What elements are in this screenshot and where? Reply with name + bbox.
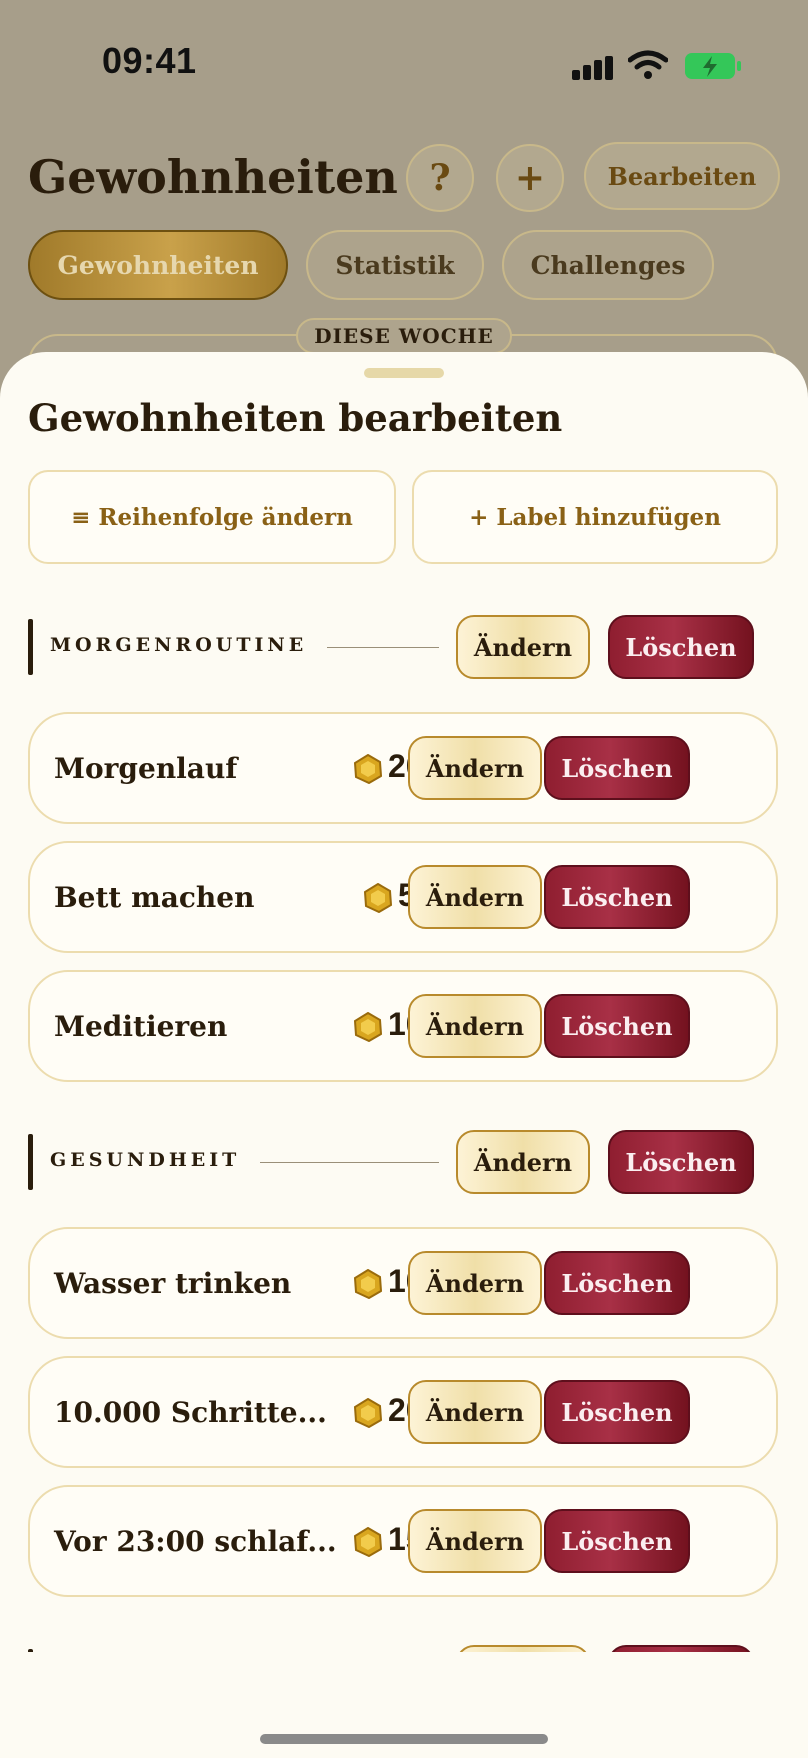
delete-habit-button[interactable]: Löschen <box>544 1509 690 1573</box>
section-label: GESUNDHEIT <box>50 1149 241 1171</box>
edit-habit-button[interactable]: Ändern <box>408 994 542 1058</box>
coin-icon <box>353 1012 383 1042</box>
edit-habit-button[interactable]: Ändern <box>408 1380 542 1444</box>
status-time: 09:41 <box>102 40 197 81</box>
habit-row: Morgenlauf 20 Ändern Löschen <box>28 712 778 824</box>
edit-section-button[interactable]: Ändern <box>456 615 590 679</box>
habit-list: MORGENROUTINE Ändern Löschen Morgenlauf … <box>0 572 808 1652</box>
home-indicator <box>260 1734 548 1744</box>
coin-icon <box>353 1398 383 1428</box>
sheet-grabber[interactable] <box>364 368 444 378</box>
coin-icon <box>353 1269 383 1299</box>
edit-section-button[interactable] <box>456 1645 590 1652</box>
wifi-icon <box>628 50 668 79</box>
help-icon: ? <box>429 157 451 199</box>
week-label: DIESE WOCHE <box>296 318 512 354</box>
section-header-morgenroutine: MORGENROUTINE Ändern Löschen <box>28 615 778 679</box>
tab-challenges[interactable]: Challenges <box>502 230 714 300</box>
delete-section-button[interactable] <box>608 1645 754 1652</box>
habit-name: Meditieren <box>54 1010 228 1043</box>
sheet-title: Gewohnheiten bearbeiten <box>28 396 563 440</box>
delete-habit-button[interactable]: Löschen <box>544 1251 690 1315</box>
section-accent-bar <box>28 1134 33 1190</box>
delete-habit-button[interactable]: Löschen <box>544 994 690 1058</box>
tab-statistik[interactable]: Statistik <box>306 230 484 300</box>
add-label-button[interactable]: + Label hinzufügen <box>412 470 778 564</box>
edit-section-button[interactable]: Ändern <box>456 1130 590 1194</box>
habit-name: Vor 23:00 schlaf... <box>54 1525 337 1558</box>
section-accent-bar <box>28 1649 33 1652</box>
habit-name: 10.000 Schritte... <box>54 1396 327 1429</box>
section-divider <box>327 647 439 648</box>
edit-habit-button[interactable]: Ändern <box>408 1509 542 1573</box>
delete-section-button[interactable]: Löschen <box>608 615 754 679</box>
page-title: Gewohnheiten <box>28 150 398 204</box>
section-divider <box>260 1162 439 1163</box>
delete-habit-button[interactable]: Löschen <box>544 736 690 800</box>
habit-row: Vor 23:00 schlaf... 15 Ändern Löschen <box>28 1485 778 1597</box>
delete-habit-button[interactable]: Löschen <box>544 1380 690 1444</box>
coin-icon <box>353 1527 383 1557</box>
delete-habit-button[interactable]: Löschen <box>544 865 690 929</box>
edit-habit-button[interactable]: Ändern <box>408 865 542 929</box>
coin-icon <box>363 883 393 913</box>
habit-name: Bett machen <box>54 881 255 914</box>
section-header-next <box>28 1645 778 1652</box>
reorder-button[interactable]: ≡ Reihenfolge ändern <box>28 470 396 564</box>
habit-name: Morgenlauf <box>54 752 238 785</box>
section-accent-bar <box>28 619 33 675</box>
add-habit-button[interactable]: + <box>496 144 564 212</box>
section-header-gesundheit: GESUNDHEIT Ändern Löschen <box>28 1130 778 1194</box>
tab-gewohnheiten[interactable]: Gewohnheiten <box>28 230 288 300</box>
delete-section-button[interactable]: Löschen <box>608 1130 754 1194</box>
help-button[interactable]: ? <box>406 144 474 212</box>
section-label: MORGENROUTINE <box>50 634 308 656</box>
plus-icon: + <box>514 157 546 199</box>
habit-name: Wasser trinken <box>54 1267 292 1300</box>
habit-row: Meditieren 10 Ändern Löschen <box>28 970 778 1082</box>
edit-habits-sheet: Gewohnheiten bearbeiten ≡ Reihenfolge än… <box>0 352 808 1758</box>
habit-row: Bett machen 5 Ändern Löschen <box>28 841 778 953</box>
edit-habit-button[interactable]: Ändern <box>408 1251 542 1315</box>
habit-row: 10.000 Schritte... 20 Ändern Löschen <box>28 1356 778 1468</box>
habit-row: Wasser trinken 10 Ändern Löschen <box>28 1227 778 1339</box>
coin-icon <box>353 754 383 784</box>
edit-habit-button[interactable]: Ändern <box>408 736 542 800</box>
edit-button[interactable]: Bearbeiten <box>584 142 780 210</box>
battery-icon <box>685 53 741 79</box>
cellular-signal-icon <box>572 56 614 80</box>
